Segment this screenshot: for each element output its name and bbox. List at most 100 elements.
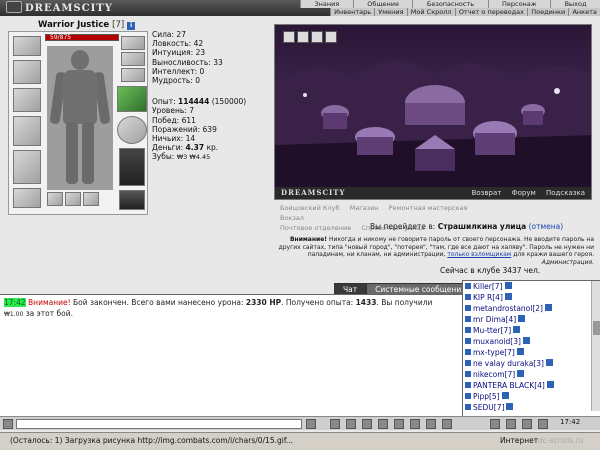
submenu-item-transfers[interactable]: Отчет о переводах <box>454 8 528 16</box>
armor-slot[interactable] <box>13 150 41 184</box>
submenu-item-inventory[interactable]: Инвентарь <box>330 8 375 16</box>
info-icon[interactable]: i <box>127 22 136 30</box>
private-message-icon[interactable] <box>465 393 471 399</box>
bag-slot-2[interactable] <box>65 192 81 206</box>
helmet-slot[interactable] <box>13 36 41 56</box>
user-info-icon[interactable] <box>546 381 554 388</box>
user-info-icon[interactable] <box>506 403 514 410</box>
user-info-icon[interactable] <box>544 304 552 311</box>
send-icon[interactable] <box>306 419 316 429</box>
private-message-icon[interactable] <box>465 283 471 289</box>
location-link[interactable]: Почтовое отделение <box>280 224 351 232</box>
tab-chat[interactable]: Чат <box>334 283 367 294</box>
menu-item-exit[interactable]: Выход <box>550 0 600 8</box>
boots-slot[interactable] <box>119 190 145 210</box>
belt-slot[interactable] <box>13 188 41 208</box>
print-icon[interactable] <box>297 31 309 43</box>
cancel-link[interactable]: (отмена) <box>529 222 564 231</box>
hint-link[interactable]: Подсказка <box>546 189 585 197</box>
private-message-icon[interactable] <box>465 294 471 300</box>
shield-slot[interactable] <box>117 116 147 144</box>
location-link[interactable]: Ремонтная мастерская <box>389 204 468 212</box>
user-info-icon[interactable] <box>516 348 524 355</box>
list-icon[interactable] <box>522 419 532 429</box>
user-list-item[interactable]: SEDU[7] <box>463 402 591 411</box>
user-list-item[interactable]: mx-type[7] <box>463 347 591 358</box>
city-scene[interactable]: DREAMSCITY Возврат Форум Подсказка <box>274 24 592 200</box>
submenu-item-fights[interactable]: Поединки <box>527 8 569 16</box>
menu-item-knowledge[interactable]: Знания <box>300 0 353 8</box>
chat-mode-icon[interactable] <box>3 419 13 429</box>
sort-icon[interactable] <box>538 419 548 429</box>
folder-icon[interactable] <box>325 31 337 43</box>
pants-slot[interactable] <box>119 148 145 186</box>
menu-item-character[interactable]: Персонаж <box>487 0 551 8</box>
user-list-item[interactable]: Mu-tter[7] <box>463 325 591 336</box>
user-info-icon[interactable] <box>504 282 512 289</box>
bag-slot-1[interactable] <box>47 192 63 206</box>
private-message-icon[interactable] <box>465 316 471 322</box>
smiles-icon[interactable] <box>346 419 356 429</box>
forum-link[interactable]: Форум <box>512 189 536 197</box>
user-list-item[interactable]: Pipp[5] <box>463 391 591 402</box>
private-message-icon[interactable] <box>465 404 471 410</box>
user-info-icon[interactable] <box>522 337 530 344</box>
character-name[interactable]: Warrior Justice [7] i <box>38 20 136 30</box>
user-info-icon[interactable] <box>517 370 525 377</box>
private-message-icon[interactable] <box>465 338 471 344</box>
user-info-icon[interactable] <box>513 326 521 333</box>
translit-icon[interactable] <box>410 419 420 429</box>
filter-icon[interactable] <box>362 419 372 429</box>
user-list-item[interactable]: muxanoid[3] <box>463 336 591 347</box>
user-info-icon[interactable] <box>518 315 526 322</box>
menu-item-security[interactable]: Безопасность <box>412 0 488 8</box>
chat-log[interactable]: 17:42 Внимание! Бой закончен. Всего вами… <box>0 294 462 416</box>
earrings-slot[interactable] <box>13 60 41 84</box>
ring-slot-2[interactable] <box>121 52 145 66</box>
online-users: Killer[7] KIP R[4] metandrostanol[2] mr Dim… <box>462 280 600 416</box>
submenu-item-profile[interactable]: Анкета <box>568 8 600 16</box>
weapon-slot[interactable] <box>13 116 41 146</box>
location-link[interactable]: Вокзал <box>280 214 304 222</box>
scroll-icon[interactable] <box>426 419 436 429</box>
settings-icon[interactable] <box>490 419 500 429</box>
user-list-item[interactable]: nikecom[7] <box>463 369 591 380</box>
private-message-icon[interactable] <box>465 327 471 333</box>
private-message-icon[interactable] <box>465 349 471 355</box>
user-info-icon[interactable] <box>545 359 553 366</box>
necklace-slot[interactable] <box>13 88 41 112</box>
private-message-icon[interactable] <box>465 305 471 311</box>
ring-slot-3[interactable] <box>121 68 145 82</box>
sound-icon[interactable] <box>394 419 404 429</box>
user-list-item[interactable]: PANTERA BLACK[4] <box>463 380 591 391</box>
private-message-icon[interactable] <box>465 371 471 377</box>
location-link[interactable]: Бойцовский Клуб <box>280 204 340 212</box>
tab-system-messages[interactable]: Системные сообщения <box>366 283 475 294</box>
private-message-icon[interactable] <box>465 360 471 366</box>
clear-icon[interactable] <box>330 419 340 429</box>
users-scrollbar[interactable] <box>591 281 600 411</box>
hackers-link[interactable]: только взломщикам <box>447 251 511 258</box>
private-message-icon[interactable] <box>465 382 471 388</box>
refresh-icon[interactable] <box>506 419 516 429</box>
return-link[interactable]: Возврат <box>472 189 502 197</box>
mail-icon[interactable] <box>311 31 323 43</box>
chat-input[interactable] <box>16 419 302 429</box>
save-icon[interactable] <box>283 31 295 43</box>
user-list-item[interactable]: KIP R[4] <box>463 292 591 303</box>
menu-item-communication[interactable]: Общение <box>352 0 413 8</box>
location-link[interactable]: Магазин <box>350 204 379 212</box>
ring-slot-1[interactable] <box>121 36 145 50</box>
user-info-icon[interactable] <box>501 392 509 399</box>
private-icon[interactable] <box>378 419 388 429</box>
user-list-item[interactable]: mr Dima[4] <box>463 314 591 325</box>
color-icon[interactable] <box>442 419 452 429</box>
submenu-item-my-scroll[interactable]: Мой Скролл <box>406 8 455 16</box>
user-list-item[interactable]: ne valay duraka[3] <box>463 358 591 369</box>
submenu-item-skills[interactable]: Умения <box>374 8 407 16</box>
gloves-slot[interactable] <box>117 86 147 112</box>
user-list-item[interactable]: Killer[7] <box>463 281 591 292</box>
bag-slot-3[interactable] <box>83 192 99 206</box>
user-list-item[interactable]: metandrostanol[2] <box>463 303 591 314</box>
user-info-icon[interactable] <box>504 293 512 300</box>
